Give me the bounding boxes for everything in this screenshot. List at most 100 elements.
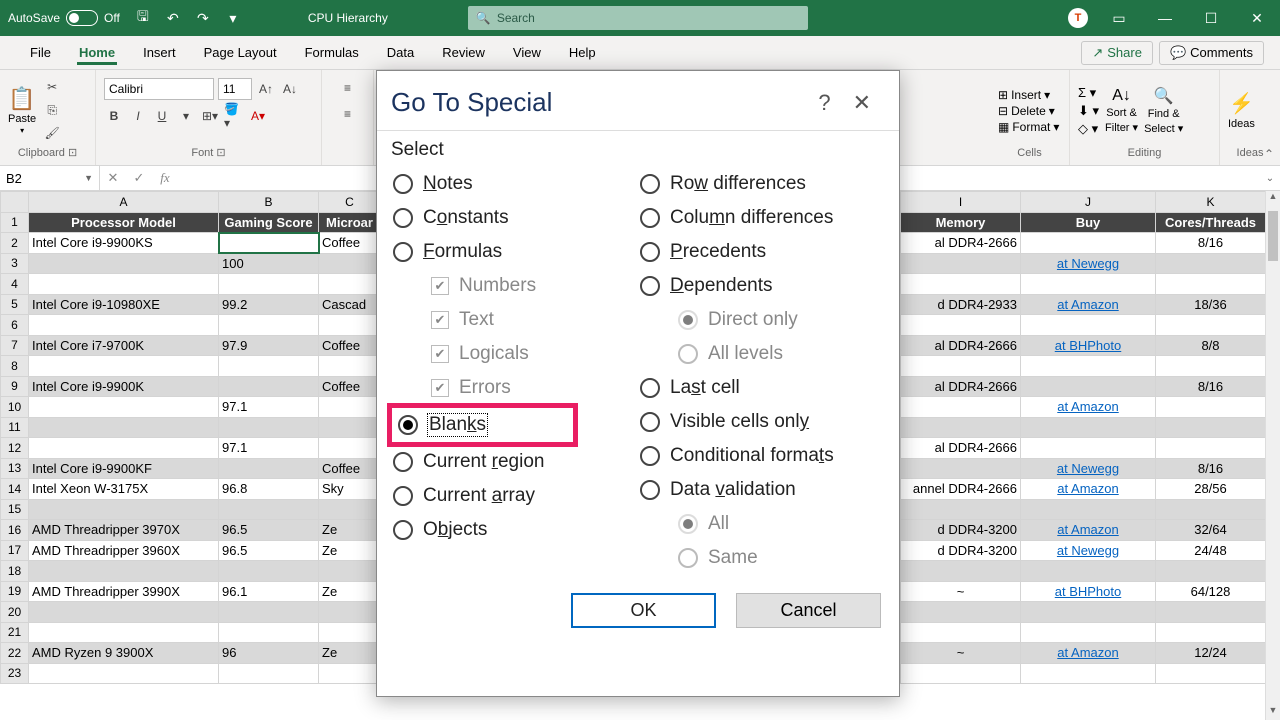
format-painter-icon[interactable]: 🖌 [42,123,62,143]
option-constants[interactable]: Constants [391,201,638,235]
option-last-cell[interactable]: Last cell [638,371,885,405]
close-window-icon[interactable]: ✕ [1242,10,1272,27]
option-column-differences[interactable]: Column differences [638,201,885,235]
italic-button[interactable]: I [128,106,148,126]
row-header[interactable]: 9 [1,376,29,397]
row-header[interactable]: 23 [1,663,29,684]
option-blanks[interactable]: Blanks [392,408,493,442]
sort-filter-button[interactable]: A↓ Sort & Filter ▾ [1105,87,1138,134]
row-header[interactable]: 7 [1,335,29,356]
find-select-button[interactable]: 🔍 Find & Select ▾ [1144,86,1183,135]
row-header[interactable]: 5 [1,294,29,315]
fill-button[interactable]: ⬇ ▾ [1078,103,1099,119]
row-header[interactable]: 12 [1,438,29,459]
cancel-formula-icon[interactable]: ✕ [100,170,126,186]
row-header[interactable]: 11 [1,417,29,438]
underline-dropdown-icon[interactable]: ▾ [176,106,196,126]
option-current-region[interactable]: Current region [391,445,638,479]
buy-link[interactable]: at Amazon [1021,479,1156,500]
col-header-a[interactable]: A [29,192,219,213]
scroll-up-icon[interactable]: ▲ [1266,191,1280,206]
col-header-j[interactable]: J [1021,192,1156,213]
decrease-font-icon[interactable]: A↓ [280,79,300,99]
option-data-validation[interactable]: Data validation [638,473,885,507]
tab-help[interactable]: Help [555,36,610,69]
option-notes[interactable]: Notes [391,167,638,201]
option-row-differences[interactable]: Row differences [638,167,885,201]
copy-icon[interactable]: ⎘ [42,100,62,120]
name-box[interactable]: B2 ▼ [0,166,100,190]
namebox-dropdown-icon[interactable]: ▼ [84,173,93,183]
row-header[interactable]: 13 [1,458,29,479]
col-header-c[interactable]: C [319,192,381,213]
row-header[interactable]: 22 [1,643,29,664]
buy-link[interactable]: at Amazon [1021,520,1156,541]
ribbon-mode-icon[interactable]: ▭ [1104,10,1134,27]
buy-link[interactable]: at BHPhoto [1021,335,1156,356]
fill-color-button[interactable]: 🪣▾ [224,106,244,126]
align-top-icon[interactable]: ≡ [338,78,358,98]
expand-formula-bar-icon[interactable]: ⌄ [1260,173,1280,184]
delete-cells-button[interactable]: ⊟ Delete ▾ [998,104,1059,118]
font-name-select[interactable] [104,78,214,100]
row-header[interactable]: 14 [1,479,29,500]
col-header-i[interactable]: I [901,192,1021,213]
row-header[interactable]: 20 [1,602,29,623]
buy-link[interactable]: at Amazon [1021,397,1156,418]
tab-view[interactable]: View [499,36,555,69]
clear-button[interactable]: ◇ ▾ [1078,121,1099,137]
enter-formula-icon[interactable]: ✓ [126,170,152,186]
buy-link[interactable]: at Newegg [1021,540,1156,561]
option-visible-cells[interactable]: Visible cells only [638,405,885,439]
col-header-k[interactable]: K [1156,192,1266,213]
dialog-help-icon[interactable]: ? [802,90,846,116]
option-formulas[interactable]: Formulas [391,235,638,269]
row-header[interactable]: 2 [1,233,29,254]
option-objects[interactable]: Objects [391,513,638,547]
maximize-icon[interactable]: ☐ [1196,10,1226,27]
row-header[interactable]: 4 [1,274,29,295]
font-color-button[interactable]: A▾ [248,106,268,126]
minimize-icon[interactable]: — [1150,10,1180,26]
ok-button[interactable]: OK [571,593,716,628]
buy-link[interactable]: at Newegg [1021,458,1156,479]
option-precedents[interactable]: Precedents [638,235,885,269]
tab-page-layout[interactable]: Page Layout [190,36,291,69]
scroll-thumb[interactable] [1268,211,1278,261]
row-header[interactable]: 3 [1,253,29,274]
vertical-scrollbar[interactable]: ▲ ▼ [1265,191,1280,720]
paste-button[interactable]: 📋 Paste ▾ [8,86,36,135]
option-current-array[interactable]: Current array [391,479,638,513]
tab-file[interactable]: File [16,36,65,69]
option-conditional-formats[interactable]: Conditional formats [638,439,885,473]
underline-button[interactable]: U [152,106,172,126]
row-header[interactable]: 19 [1,581,29,602]
autosave-toggle[interactable]: AutoSave Off [0,10,128,26]
autosum-button[interactable]: Σ ▾ [1078,85,1099,101]
select-all-corner[interactable] [1,192,29,213]
row-header[interactable]: 8 [1,356,29,377]
tab-review[interactable]: Review [428,36,499,69]
cancel-button[interactable]: Cancel [736,593,881,628]
buy-link[interactable]: at Amazon [1021,294,1156,315]
cut-icon[interactable]: ✂ [42,77,62,97]
insert-cells-button[interactable]: ⊞ Insert ▾ [998,88,1059,102]
qat-dropdown-icon[interactable]: ▾ [218,10,248,27]
align-left-icon[interactable]: ≡ [338,104,358,124]
user-avatar[interactable]: T [1068,8,1088,28]
row-header[interactable]: 1 [1,212,29,233]
col-header-b[interactable]: B [219,192,319,213]
font-size-select[interactable] [218,78,252,100]
share-button[interactable]: ↗ Share [1081,41,1153,65]
row-header[interactable]: 6 [1,315,29,336]
dialog-close-icon[interactable]: ✕ [847,90,877,116]
tab-formulas[interactable]: Formulas [291,36,373,69]
row-header[interactable]: 16 [1,520,29,541]
format-cells-button[interactable]: ▦ Format ▾ [998,120,1059,134]
ideas-button[interactable]: ⚡ Ideas [1228,91,1255,130]
row-header[interactable]: 21 [1,622,29,643]
tab-data[interactable]: Data [373,36,428,69]
collapse-ribbon-icon[interactable]: ⌃ [1264,147,1274,161]
comments-button[interactable]: 💬 Comments [1159,41,1264,65]
insert-function-icon[interactable]: fx [152,170,178,186]
